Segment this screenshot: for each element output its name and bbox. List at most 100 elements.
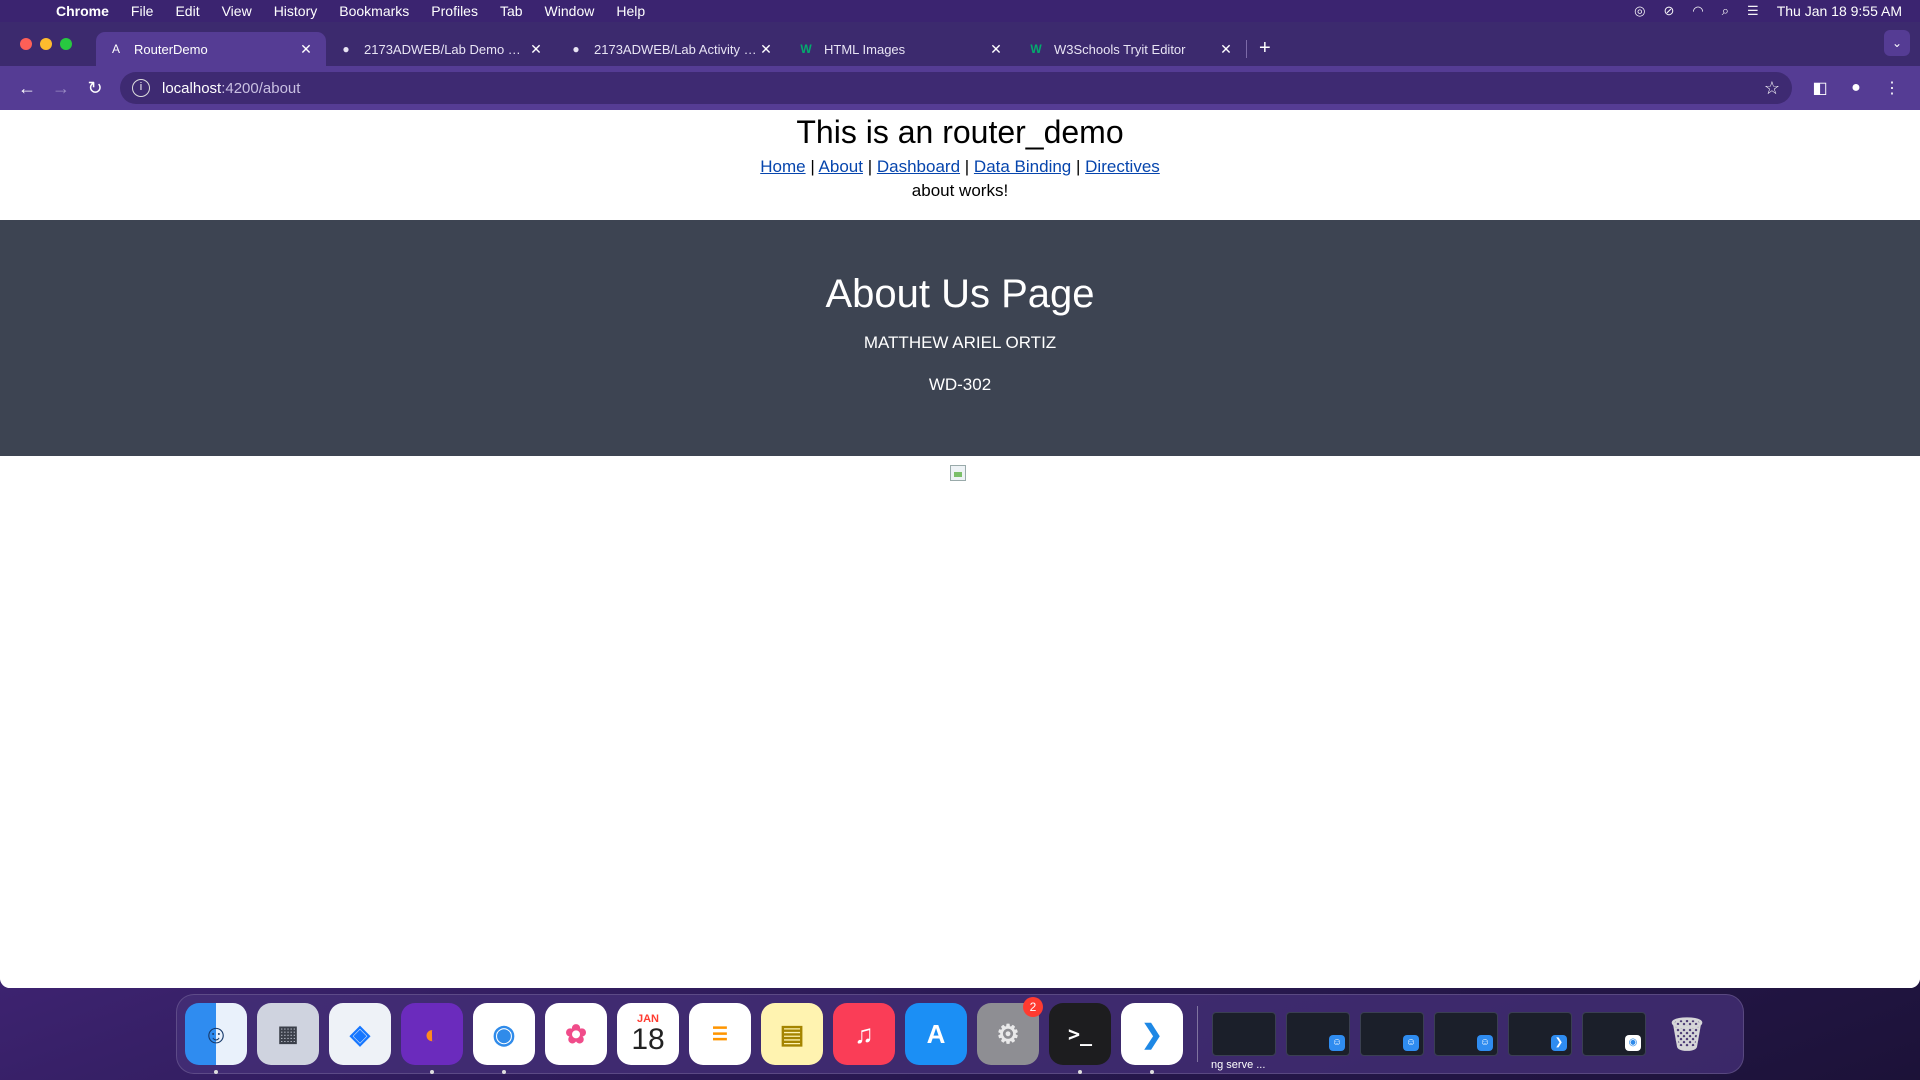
- menu-bookmarks[interactable]: Bookmarks: [339, 3, 409, 19]
- close-tab-icon[interactable]: ✕: [758, 41, 774, 58]
- finder-icon[interactable]: ☺: [185, 1003, 247, 1074]
- tab-w3schools-tryit[interactable]: W W3Schools Tryit Editor ✕: [1016, 32, 1246, 66]
- nav-link-about[interactable]: About: [819, 157, 863, 176]
- forward-arrow-icon[interactable]: →: [44, 78, 78, 99]
- about-banner: About Us Page MATTHEW ARIEL ORTIZ WD-302: [0, 220, 1920, 456]
- nav-link-data-binding[interactable]: Data Binding: [974, 157, 1071, 176]
- nav-link-home[interactable]: Home: [760, 157, 805, 176]
- no-notifications-icon[interactable]: ⊘: [1664, 3, 1675, 19]
- finder-badge-icon: ☺: [1329, 1035, 1345, 1051]
- close-tab-icon[interactable]: ✕: [988, 41, 1004, 58]
- photos-icon[interactable]: ✿: [545, 1003, 607, 1065]
- minimized-finder-window[interactable]: ☺: [1434, 1012, 1498, 1056]
- about-heading: About Us Page: [825, 272, 1095, 316]
- nav-link-directives[interactable]: Directives: [1085, 157, 1160, 176]
- control-center-icon[interactable]: ☰: [1747, 3, 1759, 19]
- site-info-icon[interactable]: i: [132, 79, 150, 97]
- creative-cloud-icon[interactable]: ◎: [1634, 3, 1645, 19]
- nav-separator: |: [1076, 157, 1081, 176]
- tab-title: 2173ADWEB/Lab Activity usin: [594, 41, 758, 57]
- browser-toolbar: ← → ↻ i localhost:4200/about ☆ ◧ ● ⋮: [0, 66, 1920, 110]
- menu-profiles[interactable]: Profiles: [431, 3, 478, 19]
- app-store-icon[interactable]: A: [905, 1003, 967, 1065]
- minimized-finder-window[interactable]: ☺: [1286, 1012, 1350, 1056]
- menu-app-name[interactable]: Chrome: [56, 3, 109, 19]
- terminal-icon[interactable]: >_: [1049, 1003, 1111, 1074]
- system-settings-icon[interactable]: ⚙ 2: [977, 997, 1043, 1065]
- address-bar[interactable]: i localhost:4200/about ☆: [120, 72, 1792, 104]
- calendar-icon[interactable]: JAN 18: [617, 1003, 679, 1065]
- chrome-icon[interactable]: ◉: [473, 1003, 535, 1074]
- nav-separator: |: [964, 157, 970, 176]
- menu-history[interactable]: History: [274, 3, 318, 19]
- section-code: WD-302: [928, 375, 992, 394]
- running-indicator: [502, 1070, 506, 1074]
- reload-icon[interactable]: ↻: [78, 78, 112, 99]
- tab-routerdemo[interactable]: A RouterDemo ✕: [96, 32, 326, 66]
- minimized-vscode-window[interactable]: ❯: [1508, 1012, 1572, 1056]
- music-icon[interactable]: ♫: [833, 1003, 895, 1065]
- page-content: This is an router_demo Home | About | Da…: [0, 110, 1920, 988]
- author-name: MATTHEW ARIEL ORTIZ: [863, 333, 1057, 352]
- firefox-icon[interactable]: ◐: [401, 1003, 463, 1074]
- close-tab-icon[interactable]: ✕: [1218, 41, 1234, 58]
- close-tab-icon[interactable]: ✕: [298, 41, 314, 58]
- trash-icon[interactable]: 🗑: [1656, 1003, 1718, 1065]
- reminders-icon[interactable]: ☰: [689, 1003, 751, 1065]
- menu-window[interactable]: Window: [545, 3, 595, 19]
- menubar-clock[interactable]: Thu Jan 18 9:55 AM: [1777, 3, 1902, 19]
- tab-title: RouterDemo: [134, 41, 208, 57]
- router-nav: Home | About | Dashboard | Data Binding …: [0, 157, 1920, 177]
- menu-file[interactable]: File: [131, 3, 154, 19]
- macos-menubar: Chrome File Edit View History Bookmarks …: [0, 0, 1920, 22]
- tab-title: W3Schools Tryit Editor: [1054, 41, 1186, 57]
- tab-title: 2173ADWEB/Lab Demo Data: [364, 41, 528, 57]
- menubar-status-area: ◎ ⊘ ◠ ⌕ ☰ Thu Jan 18 9:55 AM: [1634, 3, 1902, 19]
- close-tab-icon[interactable]: ✕: [528, 41, 544, 58]
- running-indicator: [214, 1070, 218, 1074]
- github-favicon-icon: ●: [342, 42, 350, 56]
- notes-icon[interactable]: ▤: [761, 1003, 823, 1065]
- minimized-terminal-window[interactable]: ng serve ...: [1211, 1012, 1276, 1071]
- bookmark-star-icon[interactable]: ☆: [1764, 78, 1780, 99]
- spotlight-search-icon[interactable]: ⌕: [1722, 3, 1729, 19]
- window-controls: [20, 38, 72, 50]
- tab-github-lab-activity[interactable]: ● 2173ADWEB/Lab Activity usin ✕: [556, 32, 786, 66]
- nav-separator: |: [810, 157, 815, 176]
- safari-icon[interactable]: ◈: [329, 1003, 391, 1065]
- vscode-icon[interactable]: ❯: [1121, 1003, 1183, 1074]
- tab-html-images[interactable]: W HTML Images ✕: [786, 32, 1016, 66]
- minimized-chrome-window[interactable]: ◉: [1582, 1012, 1646, 1056]
- app-header: This is an router_demo Home | About | Da…: [0, 110, 1920, 201]
- nav-link-dashboard[interactable]: Dashboard: [877, 157, 960, 176]
- chrome-window: A RouterDemo ✕ ● 2173ADWEB/Lab Demo Data…: [0, 22, 1920, 988]
- minimize-window-icon[interactable]: [40, 38, 52, 50]
- notification-badge: 2: [1023, 997, 1043, 1017]
- vscode-badge-icon: ❯: [1551, 1035, 1567, 1051]
- tab-title: HTML Images: [824, 41, 906, 57]
- tab-strip: A RouterDemo ✕ ● 2173ADWEB/Lab Demo Data…: [0, 22, 1920, 66]
- close-window-icon[interactable]: [20, 38, 32, 50]
- launchpad-icon[interactable]: ▦: [257, 1003, 319, 1065]
- menu-view[interactable]: View: [222, 3, 252, 19]
- kebab-menu-icon[interactable]: ⋮: [1874, 78, 1910, 98]
- running-indicator: [1078, 1070, 1082, 1074]
- new-tab-icon[interactable]: +: [1259, 37, 1271, 60]
- dock-divider: [1197, 1006, 1198, 1062]
- menu-tab[interactable]: Tab: [500, 3, 523, 19]
- url-path: :4200/about: [221, 79, 301, 97]
- tab-github-lab-demo[interactable]: ● 2173ADWEB/Lab Demo Data ✕: [326, 32, 556, 66]
- chrome-badge-icon: ◉: [1625, 1035, 1641, 1051]
- wifi-icon[interactable]: ◠: [1692, 3, 1703, 19]
- menu-help[interactable]: Help: [616, 3, 645, 19]
- finder-badge-icon: ☺: [1403, 1035, 1419, 1051]
- menu-edit[interactable]: Edit: [175, 3, 199, 19]
- back-arrow-icon[interactable]: ←: [10, 78, 44, 99]
- minimized-finder-window[interactable]: ☺: [1360, 1012, 1424, 1056]
- fullscreen-window-icon[interactable]: [60, 38, 72, 50]
- page-title: This is an router_demo: [796, 114, 1124, 150]
- profile-avatar-icon[interactable]: ●: [1838, 79, 1874, 97]
- tab-search-chevron-down-icon[interactable]: ⌄: [1884, 30, 1910, 56]
- side-panel-icon[interactable]: ◧: [1802, 78, 1838, 98]
- calendar-day: 18: [631, 1023, 665, 1056]
